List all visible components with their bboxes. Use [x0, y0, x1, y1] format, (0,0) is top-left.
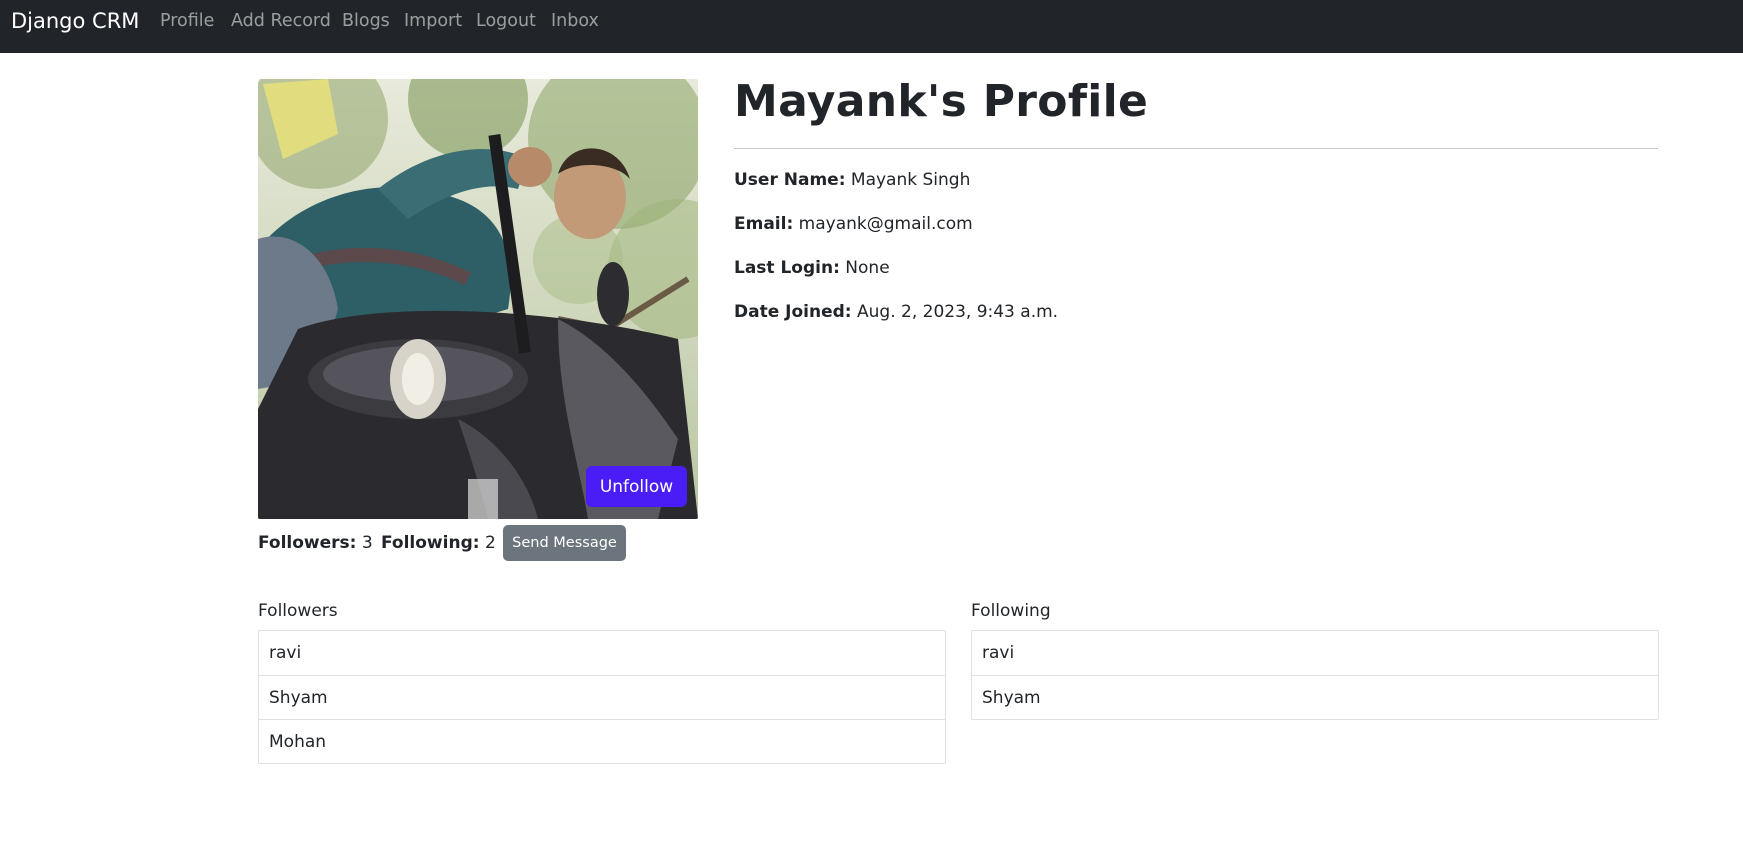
nav-link-logout[interactable]: Logout [476, 11, 536, 31]
date-joined-label: Date Joined: [734, 302, 852, 322]
profile-photo [258, 79, 698, 519]
email-row: Email: mayank@gmail.com [734, 214, 973, 234]
last-login-label: Last Login: [734, 258, 840, 278]
date-joined-row: Date Joined: Aug. 2, 2023, 9:43 a.m. [734, 302, 1058, 322]
nav-link-blogs[interactable]: Blogs [342, 11, 390, 31]
send-message-button[interactable]: Send Message [503, 525, 626, 561]
nav-link-add-record[interactable]: Add Record [231, 11, 331, 31]
page-title: Mayank's Profile [734, 76, 1149, 127]
nav-link-inbox[interactable]: Inbox [551, 11, 599, 31]
unfollow-button[interactable]: Unfollow [586, 466, 687, 507]
username-label: User Name: [734, 170, 846, 190]
brand-link[interactable]: Django CRM [11, 9, 139, 33]
username-row: User Name: Mayank Singh [734, 170, 970, 190]
following-list-item[interactable]: ravi [972, 631, 1658, 675]
followers-heading: Followers [258, 601, 338, 621]
nav-link-profile[interactable]: Profile [160, 11, 214, 31]
following-list-item[interactable]: Shyam [972, 675, 1658, 719]
followers-list: ravi Shyam Mohan [258, 630, 946, 764]
following-stat: Following: 2 [381, 533, 496, 553]
nav-link-import[interactable]: Import [404, 11, 462, 31]
username-value: Mayank Singh [850, 170, 971, 190]
following-list: ravi Shyam [971, 630, 1659, 720]
email-label: Email: [734, 214, 794, 234]
following-stat-label: Following: [381, 533, 480, 553]
navbar: Django CRM Profile Add Record Blogs Impo… [0, 0, 1743, 53]
divider [734, 148, 1658, 149]
date-joined-value: Aug. 2, 2023, 9:43 a.m. [857, 302, 1059, 322]
followers-list-item[interactable]: Mohan [259, 719, 945, 763]
last-login-value: None [845, 258, 890, 278]
followers-list-item[interactable]: Shyam [259, 675, 945, 719]
followers-stat-label: Followers: [258, 533, 357, 553]
followers-count: 3 [361, 533, 373, 553]
followers-stat: Followers: 3 [258, 533, 373, 553]
last-login-row: Last Login: None [734, 258, 890, 278]
followers-list-item[interactable]: ravi [259, 631, 945, 675]
following-count: 2 [484, 533, 496, 553]
email-value: mayank@gmail.com [798, 214, 973, 234]
following-heading: Following [971, 601, 1051, 621]
